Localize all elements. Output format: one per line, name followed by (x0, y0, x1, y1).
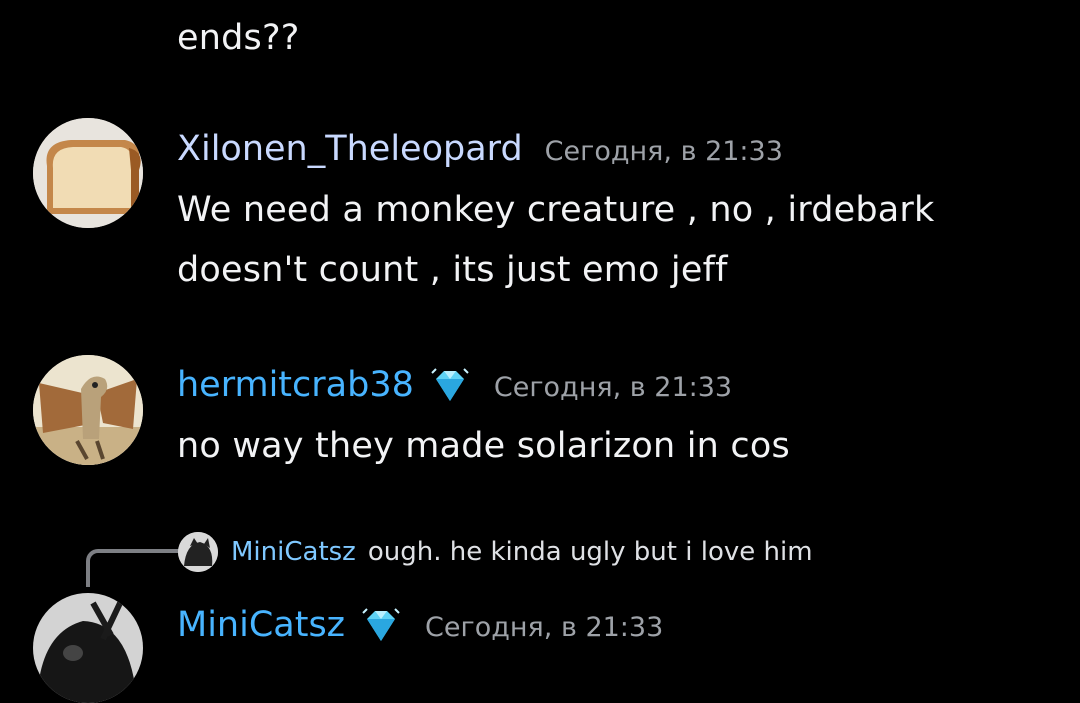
message-line: doesn't count , its just emo jeff (177, 250, 728, 290)
diamond-badge-icon (428, 364, 472, 407)
username[interactable]: MiniCatsz (177, 603, 345, 647)
reply-avatar[interactable] (178, 532, 218, 572)
reply-text[interactable]: ough. he kinda ugly but i love him (368, 534, 813, 570)
avatar[interactable] (33, 355, 143, 465)
username[interactable]: hermitcrab38 (177, 363, 414, 407)
reply-connector (86, 549, 180, 587)
message-line: We need a monkey creature , no , irdebar… (177, 190, 935, 230)
diamond-badge-icon (359, 607, 403, 647)
avatar[interactable] (33, 593, 143, 703)
avatar[interactable] (33, 118, 143, 228)
dark-cat-icon (178, 532, 218, 572)
username[interactable]: Xilonen_Theleopard (177, 127, 523, 171)
reply-username[interactable]: MiniCatsz (231, 534, 356, 570)
message-line: no way they made solarizon in cos (177, 426, 790, 466)
timestamp: Сегодня, в 21:33 (544, 136, 783, 167)
creature-drawing-icon (33, 355, 143, 465)
message-fragment: ends?? (177, 18, 300, 58)
timestamp: Сегодня, в 21:33 (425, 612, 664, 643)
dark-cat-avatar-icon (33, 593, 143, 703)
timestamp: Сегодня, в 21:33 (493, 372, 733, 403)
bread-slice-icon (33, 118, 143, 228)
